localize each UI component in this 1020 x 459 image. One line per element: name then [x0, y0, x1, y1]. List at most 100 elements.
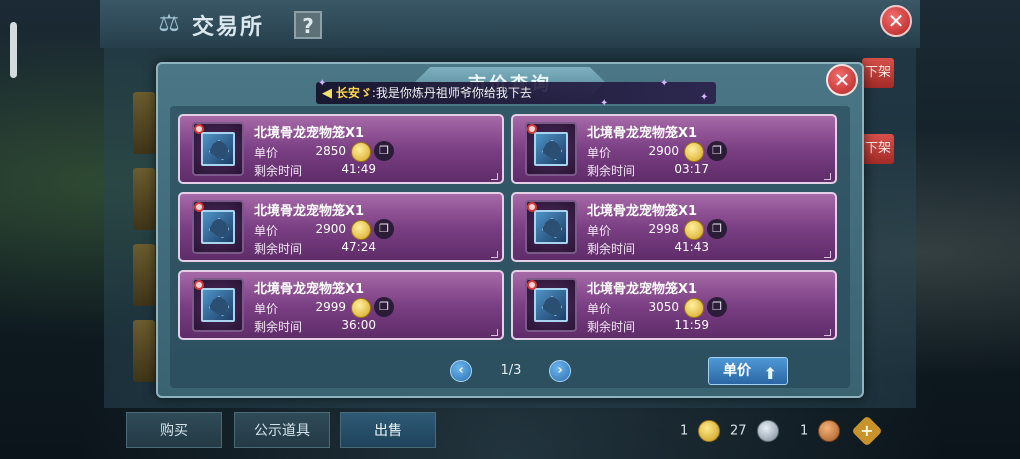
item-name: 北境骨龙宠物笼X1 — [254, 204, 365, 219]
market-close-button[interactable]: ✕ — [880, 5, 912, 37]
bronze-coin-icon — [818, 420, 841, 442]
currency-silver-amount: 27 — [730, 423, 747, 439]
price-label: 单价 — [254, 302, 279, 316]
gold-coin-icon — [684, 220, 704, 240]
plus-icon: + — [860, 421, 874, 440]
sparkle-icon: ✦ — [318, 78, 327, 89]
next-page-button[interactable]: › — [549, 360, 571, 382]
gold-coin-icon — [351, 142, 371, 162]
sparkle-icon: ✦ — [660, 78, 669, 89]
currency-silver: 27 — [730, 420, 779, 442]
time-left-label: 剩余时间 — [587, 320, 636, 334]
copy-icon[interactable]: ❐ — [374, 297, 394, 317]
sparkle-icon: ✦ — [700, 92, 709, 103]
chat-sender: 长安ゞ — [335, 86, 372, 100]
corner-mark-icon — [824, 173, 831, 180]
copy-icon[interactable]: ❐ — [707, 219, 727, 239]
market-title: 交易所 — [192, 15, 265, 40]
listing-card[interactable]: 北境骨龙宠物笼X1 单价 2999 ❐ 剩余时间 36:00 — [178, 270, 504, 340]
item-name: 北境骨龙宠物笼X1 — [587, 282, 698, 297]
item-price: 3050 — [648, 300, 679, 314]
item-time-left: 41:43 — [674, 240, 709, 254]
corner-mark-icon — [491, 329, 498, 336]
currency-gold-amount: 1 — [680, 423, 689, 439]
bind-badge-icon — [527, 124, 537, 134]
corner-mark-icon — [824, 251, 831, 258]
item-price: 2900 — [648, 144, 679, 158]
bind-badge-icon — [194, 202, 204, 212]
item-time-left: 11:59 — [674, 318, 709, 332]
price-label: 单价 — [254, 146, 279, 160]
item-time-left: 47:24 — [341, 240, 376, 254]
listing-card[interactable]: 北境骨龙宠物笼X1 单价 2998 ❐ 剩余时间 41:43 — [511, 192, 837, 262]
copy-icon[interactable]: ❐ — [374, 219, 394, 239]
item-icon — [201, 132, 235, 166]
time-left-label: 剩余时间 — [254, 164, 303, 178]
sparkle-icon: ✦ — [600, 98, 609, 109]
bone-dragon-icon — [209, 218, 229, 238]
listing-slot — [133, 320, 155, 382]
corner-mark-icon — [824, 329, 831, 336]
bind-badge-icon — [527, 280, 537, 290]
item-price: 2850 — [315, 144, 346, 158]
item-name: 北境骨龙宠物笼X1 — [254, 126, 365, 141]
listing-card[interactable]: 北境骨龙宠物笼X1 单价 2850 ❐ 剩余时间 41:49 — [178, 114, 504, 184]
sort-by-price-button[interactable]: 单价 ⬆ — [708, 357, 788, 385]
help-button[interactable]: ? — [294, 11, 322, 39]
chat-message: :我是你炼丹祖师爷你给我下去 — [371, 86, 532, 100]
price-label: 单价 — [587, 302, 612, 316]
price-label: 单价 — [254, 224, 279, 238]
currency-bronze: 1 — [800, 420, 841, 442]
bind-badge-icon — [194, 280, 204, 290]
time-left-label: 剩余时间 — [254, 242, 303, 256]
listing-slot — [133, 92, 155, 154]
item-price: 2900 — [315, 222, 346, 236]
item-icon — [201, 288, 235, 322]
listing-card[interactable]: 北境骨龙宠物笼X1 单价 3050 ❐ 剩余时间 11:59 — [511, 270, 837, 340]
item-icon — [534, 210, 568, 244]
gold-coin-icon — [684, 298, 704, 318]
currency-gold: 1 — [680, 420, 721, 442]
tab-sell[interactable]: 出售 — [340, 412, 436, 448]
item-name: 北境骨龙宠物笼X1 — [587, 126, 698, 141]
gold-coin-icon — [698, 420, 721, 442]
copy-icon[interactable]: ❐ — [707, 297, 727, 317]
copy-icon[interactable]: ❐ — [374, 141, 394, 161]
bone-dragon-icon — [209, 296, 229, 316]
scale-icon: ⚖ — [158, 9, 180, 37]
side-drawer-handle[interactable] — [10, 22, 17, 78]
corner-mark-icon — [491, 251, 498, 258]
bind-badge-icon — [194, 124, 204, 134]
currency-bronze-amount: 1 — [800, 423, 809, 439]
listing-card[interactable]: 北境骨龙宠物笼X1 单价 2900 ❐ 剩余时间 47:24 — [178, 192, 504, 262]
item-icon — [201, 210, 235, 244]
tab-public-items[interactable]: 公示道具 — [234, 412, 330, 448]
bone-dragon-icon — [542, 218, 562, 238]
listing-slot — [133, 168, 155, 230]
item-name: 北境骨龙宠物笼X1 — [587, 204, 698, 219]
delist-button[interactable]: 下架 — [862, 58, 894, 88]
bone-dragon-icon — [542, 140, 562, 160]
prev-page-button[interactable]: ‹ — [450, 360, 472, 382]
page-indicator: 1/3 — [500, 363, 522, 378]
copy-icon[interactable]: ❐ — [707, 141, 727, 161]
item-time-left: 36:00 — [341, 318, 376, 332]
chat-broadcast-banner: ◀ 长安ゞ:我是你炼丹祖师爷你给我下去 — [316, 82, 716, 104]
listing-slot — [133, 244, 155, 306]
sort-label: 单价 — [723, 363, 751, 379]
item-time-left: 41:49 — [341, 162, 376, 176]
price-label: 单价 — [587, 146, 612, 160]
gold-coin-icon — [351, 220, 371, 240]
listing-card[interactable]: 北境骨龙宠物笼X1 单价 2900 ❐ 剩余时间 03:17 — [511, 114, 837, 184]
item-icon — [534, 132, 568, 166]
modal-close-button[interactable]: ✕ — [826, 64, 858, 96]
bone-dragon-icon — [209, 140, 229, 160]
tab-buy[interactable]: 购买 — [126, 412, 222, 448]
item-price: 2998 — [648, 222, 679, 236]
time-left-label: 剩余时间 — [587, 242, 636, 256]
up-arrow-icon: ⬆ — [763, 364, 777, 383]
delist-button[interactable]: 下架 — [862, 134, 894, 164]
gold-coin-icon — [684, 142, 704, 162]
time-left-label: 剩余时间 — [254, 320, 303, 334]
silver-coin-icon — [756, 420, 779, 442]
